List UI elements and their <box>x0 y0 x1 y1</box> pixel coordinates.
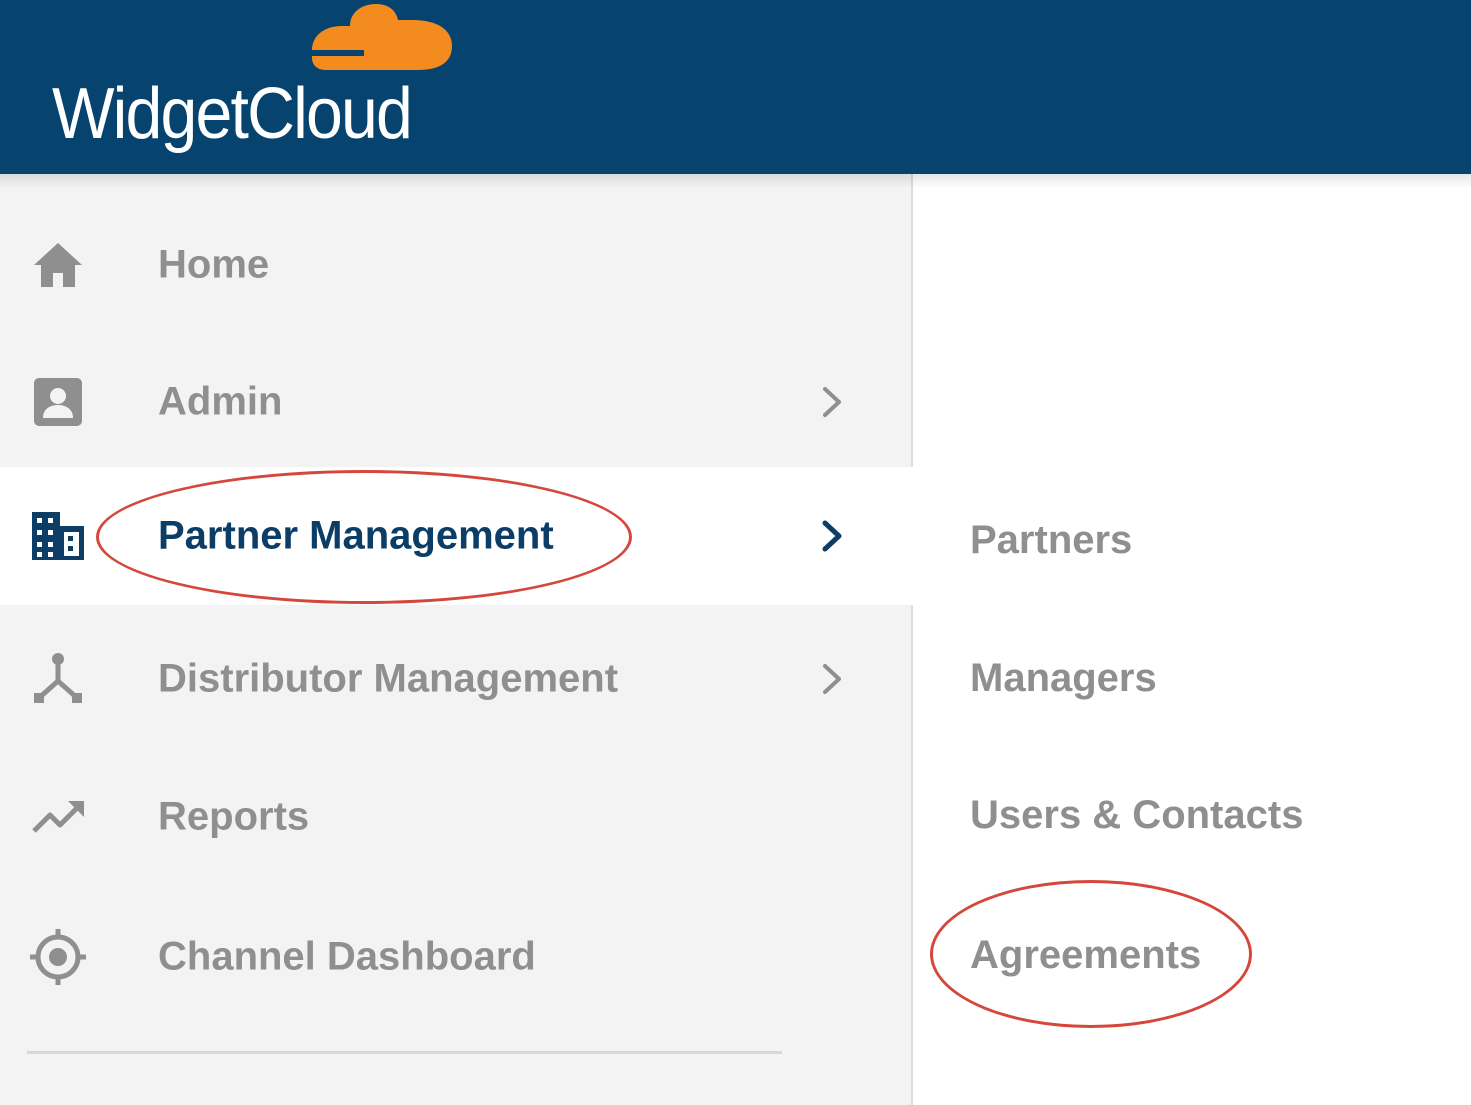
submenu-item-partners[interactable]: Partners <box>970 518 1132 563</box>
sidebar-item-label: Reports <box>158 794 310 839</box>
chevron-right-icon <box>823 664 841 694</box>
sidebar-item-label: Home <box>158 242 270 287</box>
sidebar-item-distributor-management[interactable]: Distributor Management <box>0 610 911 748</box>
brand-name: WidgetCloud <box>52 74 413 154</box>
sidebar-item-label: Partner Management <box>158 513 554 558</box>
distribution-icon <box>34 653 82 703</box>
sidebar-item-label: Distributor Management <box>158 656 619 701</box>
sidebar-item-label: Channel Dashboard <box>158 934 536 979</box>
building-icon <box>32 512 84 560</box>
submenu-item-agreements[interactable]: Agreements <box>970 933 1201 978</box>
chevron-right-icon <box>823 387 841 417</box>
trending-up-icon <box>32 801 84 833</box>
contact-card-icon <box>34 378 82 426</box>
sidebar-item-label: Admin <box>158 379 283 424</box>
target-icon <box>30 929 86 985</box>
cloud-logo-icon <box>306 4 452 70</box>
submenu-item-users-contacts[interactable]: Users & Contacts <box>970 793 1303 838</box>
sidebar-item-admin[interactable]: Admin <box>0 333 911 471</box>
home-icon <box>34 243 82 287</box>
sidebar-item-reports[interactable]: Reports <box>0 748 911 886</box>
submenu-item-managers[interactable]: Managers <box>970 656 1157 701</box>
sidebar-item-home[interactable]: Home <box>0 196 911 334</box>
chevron-right-icon <box>822 520 842 552</box>
sidebar-divider <box>27 1051 782 1054</box>
sidebar-item-channel-dashboard[interactable]: Channel Dashboard <box>0 888 911 1026</box>
app-header: WidgetCloud <box>0 0 1471 174</box>
sidebar-item-partner-management[interactable]: Partner Management <box>0 467 913 605</box>
